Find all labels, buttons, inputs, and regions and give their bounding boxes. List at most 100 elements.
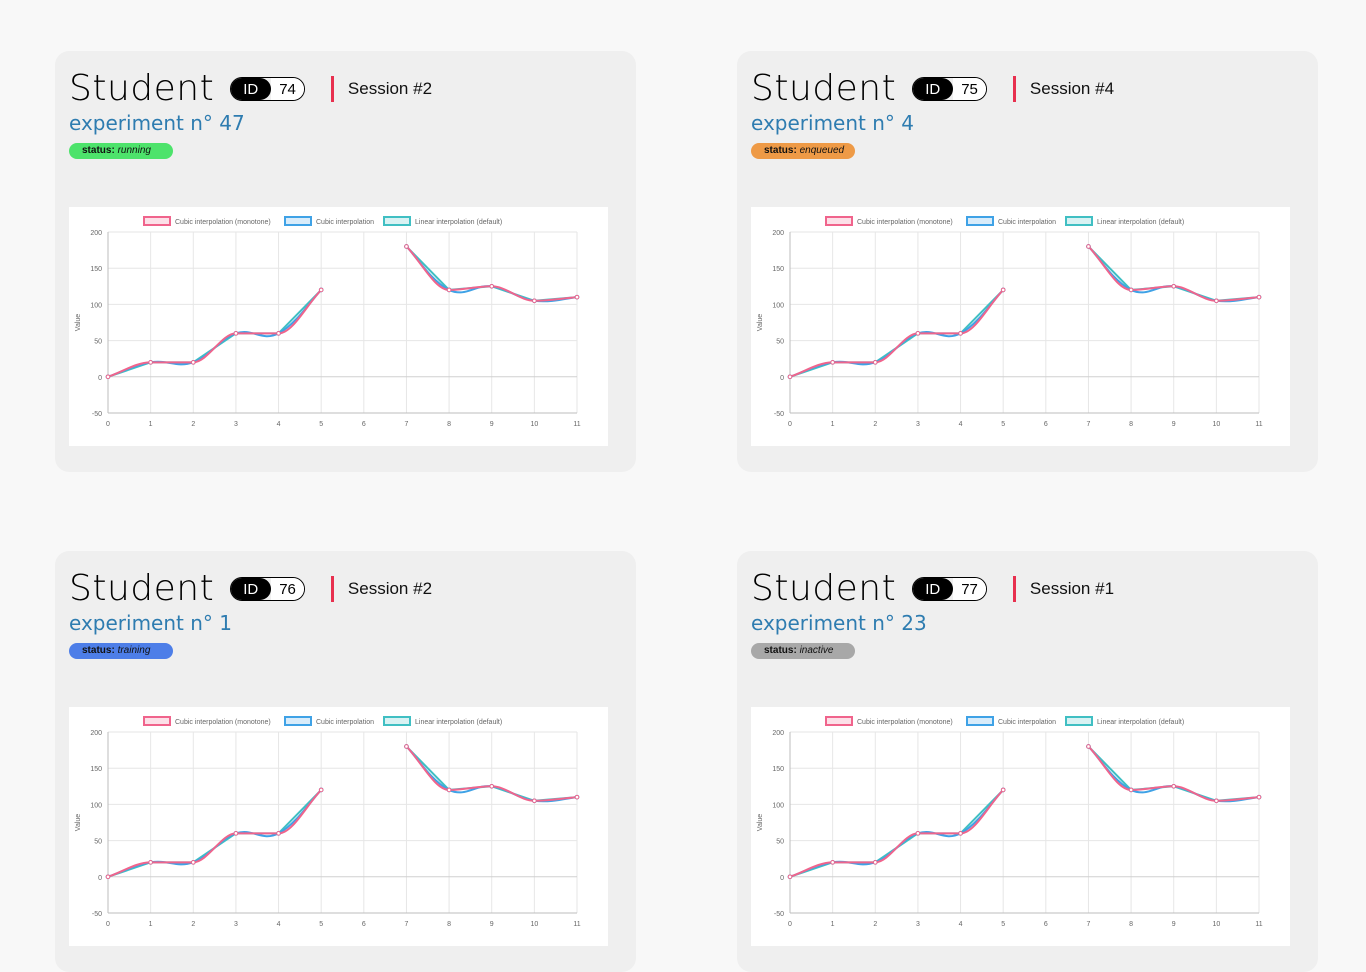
x-tick-label: 8 xyxy=(447,421,451,428)
x-tick-label: 7 xyxy=(1087,421,1091,428)
y-tick-label: -50 xyxy=(774,411,784,418)
session-label: Session #2 xyxy=(347,579,433,598)
session-indicator: Session #2 xyxy=(330,76,432,102)
line-chart: -50 0 50 100 150 200 0 1 2 3 4 5 6 7 8 9 10 11 Value Cubic … xyxy=(751,707,1290,946)
y-tick-label: 200 xyxy=(90,230,102,237)
id-label: ID xyxy=(231,78,272,100)
x-tick-label: 2 xyxy=(873,921,877,928)
id-value: 76 xyxy=(271,578,304,600)
data-point xyxy=(1256,794,1262,800)
session-indicator: Session #4 xyxy=(1012,76,1115,102)
legend-item: Cubic interpolation (monotone) xyxy=(143,716,271,726)
card-title: Student xyxy=(751,68,897,109)
series-line xyxy=(107,789,322,878)
chart-svg: -50 0 50 100 150 200 0 1 2 3 4 5 6 7 8 9 10 11 Value Cubic … xyxy=(757,716,1263,928)
legend-item: Linear interpolation (default) xyxy=(1065,716,1184,726)
session-indicator: Session #2 xyxy=(330,576,433,602)
student-card-76: Student ID 76 Session #2 experiment n° 1… xyxy=(55,551,636,972)
y-tick-label: 150 xyxy=(772,766,784,773)
legend-item: Cubic interpolation (monotone) xyxy=(825,216,953,226)
legend-label: Cubic interpolation (monotone) xyxy=(857,719,953,726)
session-indicator: Session #1 xyxy=(1012,576,1115,602)
id-label: ID xyxy=(913,78,954,100)
legend-label: Linear interpolation (default) xyxy=(415,219,502,226)
y-tick-label: 0 xyxy=(98,875,102,882)
y-tick-label: 50 xyxy=(94,839,102,846)
x-tick-label: 4 xyxy=(959,421,963,428)
x-tick-label: 7 xyxy=(405,921,409,928)
legend-item: Linear interpolation (default) xyxy=(1065,216,1184,226)
session-accent-bar xyxy=(330,76,334,102)
status-badge: status: training xyxy=(69,643,173,659)
id-value: 77 xyxy=(953,578,986,600)
session-accent-bar xyxy=(1012,576,1016,602)
data-point xyxy=(1214,298,1219,304)
data-point xyxy=(489,784,495,789)
status-badge: status: running xyxy=(69,143,173,159)
status-key: status: xyxy=(82,145,115,156)
data-point xyxy=(190,360,196,365)
x-tick-label: 7 xyxy=(1087,921,1091,928)
y-tick-label: 200 xyxy=(772,730,784,737)
legend-label: Cubic interpolation xyxy=(316,719,374,726)
x-tick-label: 6 xyxy=(1044,421,1048,428)
x-tick-label: 5 xyxy=(1001,421,1005,428)
card-title: Student xyxy=(751,568,897,609)
legend-swatch xyxy=(1065,716,1093,726)
data-point xyxy=(446,787,452,793)
series-line xyxy=(107,289,322,378)
legend-item: Linear interpolation (default) xyxy=(383,216,502,226)
x-tick-label: 5 xyxy=(319,421,323,428)
session-label: Session #1 xyxy=(1029,579,1115,598)
x-tick-label: 11 xyxy=(573,921,580,928)
session-label: Session #4 xyxy=(1029,79,1115,98)
data-point xyxy=(1128,287,1134,293)
y-tick-label: 50 xyxy=(776,339,784,346)
x-tick-label: 8 xyxy=(447,921,451,928)
x-tick-label: 0 xyxy=(788,421,792,428)
data-point xyxy=(915,331,921,336)
data-point xyxy=(915,831,921,836)
experiment-label: experiment n° 47 xyxy=(69,111,245,135)
status-badge: status: enqueued xyxy=(751,143,855,159)
x-tick-label: 0 xyxy=(106,921,110,928)
status-value: enqueued xyxy=(799,145,845,156)
data-point xyxy=(1000,287,1006,293)
y-axis-label: Value xyxy=(75,814,82,831)
student-card-77: Student ID 77 Session #1 experiment n° 2… xyxy=(737,551,1318,972)
data-point xyxy=(489,284,495,289)
y-axis-label: Value xyxy=(757,314,764,331)
x-tick-label: 1 xyxy=(831,421,835,428)
data-point xyxy=(1086,744,1091,749)
x-tick-label: 4 xyxy=(959,921,963,928)
x-tick-label: 11 xyxy=(573,421,580,428)
legend-swatch xyxy=(284,216,312,226)
legend-swatch xyxy=(825,216,853,226)
legend-item: Cubic interpolation xyxy=(966,716,1056,726)
chart-svg: -50 0 50 100 150 200 0 1 2 3 4 5 6 7 8 9 10 11 Value Cubic … xyxy=(75,216,581,428)
line-chart: -50 0 50 100 150 200 0 1 2 3 4 5 6 7 8 9 10 11 Value Cubic … xyxy=(69,707,608,946)
data-point xyxy=(190,860,196,865)
legend-label: Cubic interpolation (monotone) xyxy=(175,719,271,726)
data-point xyxy=(532,298,537,304)
y-tick-label: 200 xyxy=(772,230,784,237)
x-tick-label: 2 xyxy=(191,421,195,428)
y-tick-label: -50 xyxy=(774,911,784,918)
legend-swatch xyxy=(383,216,411,226)
data-point xyxy=(574,294,580,300)
x-tick-label: 2 xyxy=(873,421,877,428)
x-tick-label: 9 xyxy=(490,921,494,928)
y-tick-label: 100 xyxy=(772,302,784,309)
data-point xyxy=(787,874,793,880)
x-tick-label: 10 xyxy=(1212,921,1220,928)
status-key: status: xyxy=(764,145,797,156)
legend-item: Cubic interpolation xyxy=(966,216,1056,226)
data-point xyxy=(148,860,153,865)
data-point xyxy=(1128,787,1134,793)
x-tick-label: 1 xyxy=(149,421,153,428)
data-point xyxy=(404,244,409,249)
data-point xyxy=(446,287,452,293)
x-tick-label: 0 xyxy=(106,421,110,428)
x-tick-label: 8 xyxy=(1129,421,1133,428)
chart-svg: -50 0 50 100 150 200 0 1 2 3 4 5 6 7 8 9 10 11 Value Cubic … xyxy=(75,716,581,928)
